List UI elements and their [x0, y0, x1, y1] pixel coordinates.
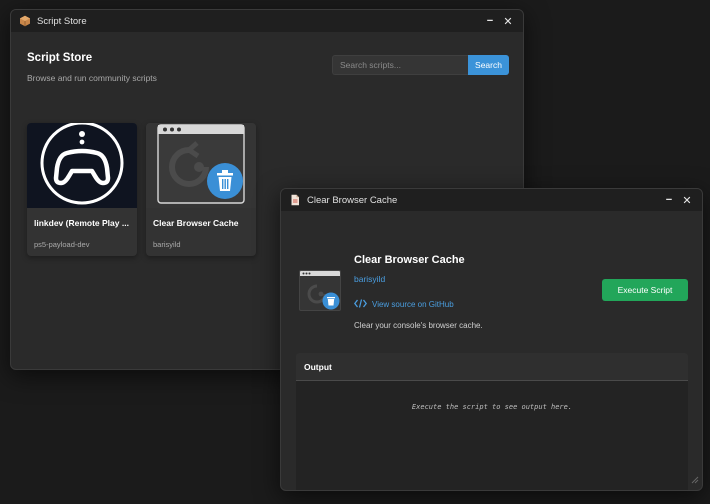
search-input[interactable] [332, 55, 468, 75]
document-icon [289, 194, 301, 206]
resize-grip-icon[interactable] [691, 471, 699, 489]
script-detail-window: Clear Browser Cache − ✕ Clear Browser Ca… [280, 188, 703, 491]
script-thumbnail [299, 270, 341, 311]
detail-titlebar[interactable]: Clear Browser Cache − ✕ [281, 189, 702, 211]
search-button[interactable]: Search [468, 55, 509, 75]
minimize-button[interactable]: − [481, 13, 499, 29]
store-titlebar[interactable]: Script Store − ✕ [11, 10, 523, 32]
gamepad-icon [39, 123, 125, 211]
script-title: Clear Browser Cache [354, 254, 465, 266]
store-window-title: Script Store [37, 15, 87, 27]
detail-content: Clear Browser Cache barisyild View sourc… [281, 211, 702, 490]
clear-cache-icon [300, 271, 340, 310]
card-thumbnail [146, 123, 256, 208]
output-placeholder: Execute the script to see output here. [411, 403, 573, 411]
code-icon [353, 299, 368, 310]
execute-script-button[interactable]: Execute Script [602, 279, 688, 301]
detail-window-title: Clear Browser Cache [307, 194, 398, 206]
output-console[interactable]: Execute the script to see output here. [296, 381, 688, 490]
card-name: Clear Browser Cache [153, 218, 239, 228]
view-source-label: View source on GitHub [372, 300, 454, 309]
script-description: Clear your console's browser cache. [354, 321, 483, 330]
script-card-list: linkdev (Remote Play ... ps5-payload-dev [27, 123, 256, 256]
minimize-button[interactable]: − [660, 192, 678, 208]
close-button[interactable]: ✕ [499, 13, 517, 29]
card-author: barisyild [153, 240, 181, 249]
output-panel: Output Execute the script to see output … [296, 353, 688, 490]
package-icon [19, 15, 31, 27]
clear-cache-icon [153, 123, 249, 211]
script-card-clear-browser-cache[interactable]: Clear Browser Cache barisyild [146, 123, 256, 256]
search-bar: Search [332, 55, 509, 75]
close-button[interactable]: ✕ [678, 192, 696, 208]
script-author-link[interactable]: barisyild [354, 274, 385, 284]
view-source-link[interactable]: View source on GitHub [353, 299, 454, 310]
card-author: ps5-payload-dev [34, 240, 90, 249]
card-thumbnail [27, 123, 137, 208]
output-label: Output [296, 353, 688, 381]
script-card-linkdev[interactable]: linkdev (Remote Play ... ps5-payload-dev [27, 123, 137, 256]
card-name: linkdev (Remote Play ... [34, 218, 129, 228]
